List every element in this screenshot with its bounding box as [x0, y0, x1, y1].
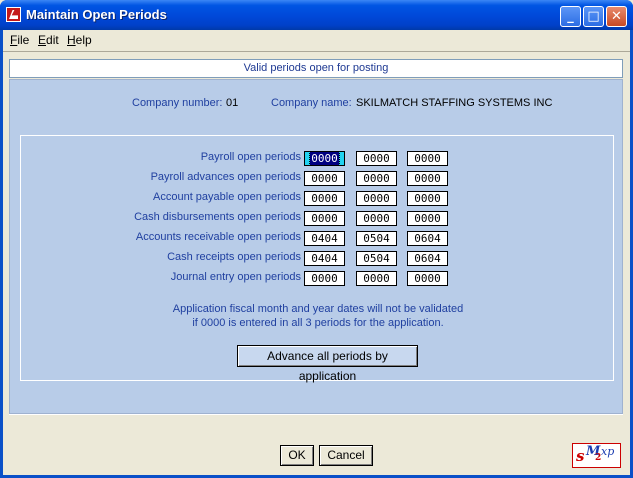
cash-receipts-period-1[interactable]: 0404	[304, 251, 345, 266]
client-area: File Edit Help Valid periods open for po…	[3, 30, 630, 475]
cash-disbursements-period-2[interactable]: 0000	[356, 211, 397, 226]
validation-note-line-1: Application fiscal month and year dates …	[172, 303, 464, 315]
menu-separator	[3, 51, 630, 52]
window-title: Maintain Open Periods	[26, 7, 167, 22]
divider	[9, 414, 623, 415]
app-icon[interactable]	[6, 7, 21, 22]
header-text: Valid periods open for posting	[243, 62, 389, 74]
menu-file[interactable]: File	[10, 33, 29, 47]
payroll-period-2[interactable]: 0000	[356, 151, 397, 166]
bottom-area	[3, 414, 630, 475]
company-number-value: 01	[226, 97, 239, 109]
payroll-period-1[interactable]: 0000	[304, 151, 345, 166]
payroll-period-3[interactable]: 0000	[407, 151, 448, 166]
cancel-button[interactable]: Cancel	[319, 445, 373, 466]
cash-receipts-label: Cash receipts open periods	[167, 251, 301, 263]
header-strip: Valid periods open for posting	[9, 59, 623, 78]
journal-entry-period-3[interactable]: 0000	[407, 271, 448, 286]
accounts-receivable-period-2[interactable]: 0504	[356, 231, 397, 246]
accounts-receivable-period-3[interactable]: 0604	[407, 231, 448, 246]
menu-bar: File Edit Help	[3, 30, 630, 50]
accounts-receivable-period-1[interactable]: 0404	[304, 231, 345, 246]
close-icon: ✕	[611, 9, 622, 24]
sm2xp-logo: s M 2 xp	[572, 443, 621, 468]
payroll-advances-period-3[interactable]: 0000	[407, 171, 448, 186]
journal-entry-period-2[interactable]: 0000	[356, 271, 397, 286]
payroll-advances-period-1[interactable]: 0000	[304, 171, 345, 186]
journal-entry-period-1[interactable]: 0000	[304, 271, 345, 286]
accounts-receivable-label: Accounts receivable open periods	[135, 231, 301, 243]
close-button[interactable]: ✕	[606, 6, 627, 27]
menu-edit[interactable]: Edit	[38, 33, 59, 47]
ok-button[interactable]: OK	[280, 445, 314, 466]
menu-help[interactable]: Help	[67, 33, 92, 47]
account-payable-period-2[interactable]: 0000	[356, 191, 397, 206]
advance-periods-button[interactable]: Advance all periods by application	[237, 345, 418, 383]
journal-entry-label: Journal entry open periods	[170, 271, 301, 283]
periods-group: Payroll open periods 0000 0000 0000 Payr…	[20, 135, 614, 383]
cash-receipts-period-3[interactable]: 0604	[407, 251, 448, 266]
company-name-label: Company name:	[271, 97, 352, 109]
app-window: Maintain Open Periods _ □ ✕ File Edit He…	[0, 0, 633, 478]
maximize-icon: □	[587, 9, 600, 24]
cash-disbursements-label: Cash disbursements open periods	[134, 211, 301, 223]
cash-disbursements-period-1[interactable]: 0000	[304, 211, 345, 226]
validation-note-line-2: if 0000 is entered in all 3 periods for …	[192, 317, 444, 329]
account-payable-label: Account payable open periods	[153, 191, 301, 203]
account-payable-period-1[interactable]: 0000	[304, 191, 345, 206]
maximize-button[interactable]: □	[583, 6, 604, 27]
account-payable-period-3[interactable]: 0000	[407, 191, 448, 206]
company-name-value: SKILMATCH STAFFING SYSTEMS INC	[356, 97, 553, 109]
payroll-label: Payroll open periods	[200, 151, 301, 163]
main-panel: Company number: 01 Company name: SKILMAT…	[9, 79, 623, 414]
cash-disbursements-period-3[interactable]: 0000	[407, 211, 448, 226]
company-number-label: Company number:	[132, 97, 223, 109]
payroll-advances-label: Payroll advances open periods	[150, 171, 301, 183]
payroll-advances-period-2[interactable]: 0000	[356, 171, 397, 186]
title-bar[interactable]: Maintain Open Periods _ □ ✕	[0, 0, 633, 30]
cash-receipts-period-2[interactable]: 0504	[356, 251, 397, 266]
minimize-button[interactable]: _	[560, 6, 581, 27]
minimize-icon: _	[567, 9, 574, 24]
